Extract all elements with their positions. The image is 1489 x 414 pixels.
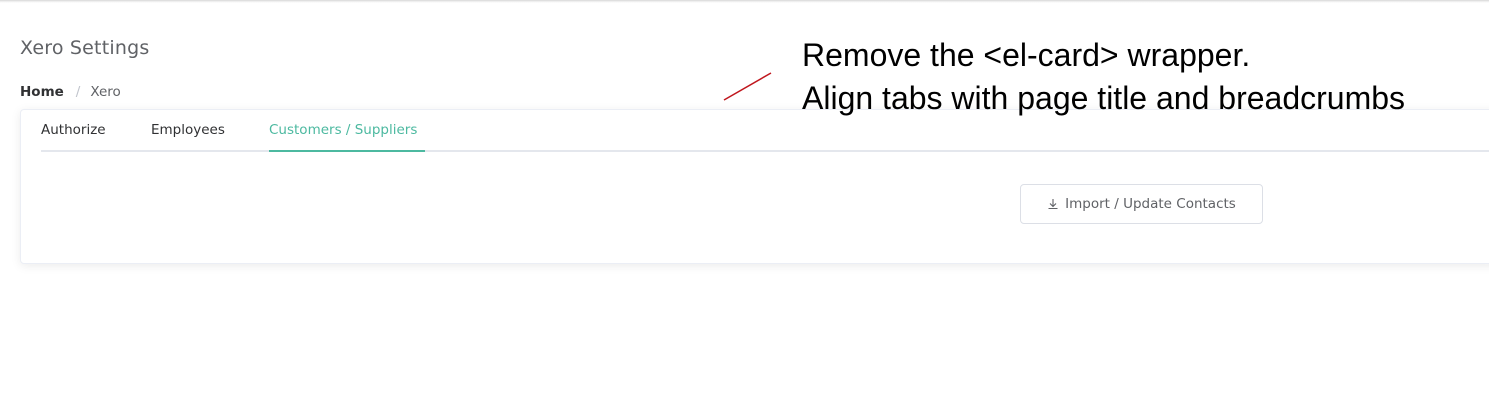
- annotation-line-2: Align tabs with page title and breadcrum…: [802, 80, 1406, 116]
- annotation-note: Remove the <el-card> wrapper. Align tabs…: [802, 34, 1405, 120]
- settings-page: Xero Settings Home / Xero Authorize Empl…: [0, 0, 1489, 414]
- annotation-line-1: Remove the <el-card> wrapper.: [802, 37, 1251, 73]
